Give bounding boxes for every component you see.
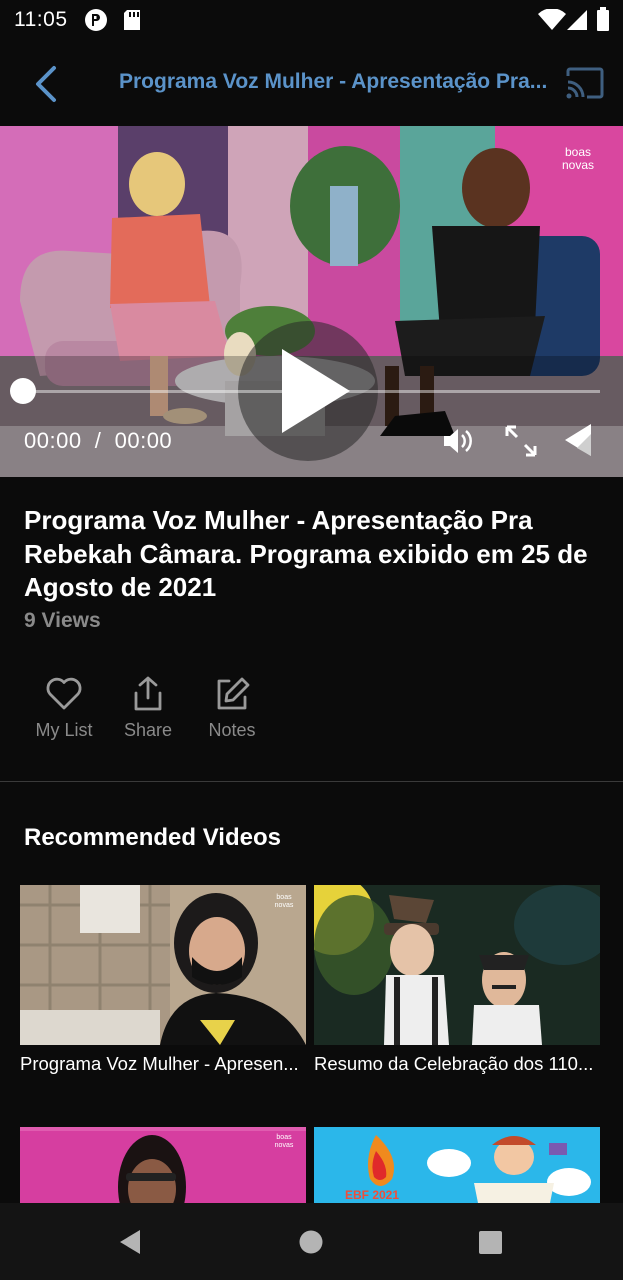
battery-icon <box>597 7 609 31</box>
video-thumbnail: boas novas <box>20 1127 306 1203</box>
svg-text:novas: novas <box>275 1142 294 1149</box>
fullscreen-icon[interactable] <box>505 425 537 457</box>
divider <box>0 781 623 782</box>
cast-icon[interactable] <box>565 66 605 100</box>
recommended-video-card[interactable]: boas novas <box>20 1127 306 1203</box>
heart-icon <box>46 677 82 710</box>
volume-icon[interactable] <box>442 426 476 456</box>
view-count: 9 Views <box>24 609 101 632</box>
page-title: Programa Voz Mulher - Apresentação Pra..… <box>119 70 548 93</box>
recommended-video-card[interactable]: Resumo da Celebração dos 110... <box>314 885 600 1075</box>
svg-text:boas: boas <box>276 894 292 901</box>
back-triangle-icon[interactable] <box>118 1229 142 1255</box>
edit-icon <box>217 677 250 710</box>
notes-button[interactable]: Notes <box>190 676 274 741</box>
cast-player-icon[interactable] <box>563 422 593 458</box>
video-thumbnail: boas novas <box>20 885 306 1045</box>
cell-signal-icon <box>567 10 587 30</box>
share-icon <box>134 676 162 711</box>
recommended-video-card[interactable]: boas novas Programa Voz Mulher - Apresen… <box>20 885 306 1075</box>
back-arrow-icon[interactable] <box>30 64 64 104</box>
section-heading: Recommended Videos <box>24 824 281 851</box>
svg-text:novas: novas <box>562 158 594 172</box>
svg-text:boas: boas <box>565 145 591 159</box>
recommended-video-card[interactable]: EBF 2021 <box>314 1127 600 1203</box>
thumbnail-text: EBF 2021 <box>345 1188 399 1202</box>
app-bar: Programa Voz Mulher - Apresentação Pra..… <box>0 40 623 126</box>
status-clock: 11:05 <box>14 8 68 31</box>
status-bar: 11:05 <box>0 0 623 40</box>
recents-square-icon[interactable] <box>479 1231 502 1254</box>
svg-text:boas: boas <box>276 1134 292 1141</box>
share-button[interactable]: Share <box>106 676 190 741</box>
card-title: Programa Voz Mulher - Apresen... <box>20 1053 299 1074</box>
video-thumbnail <box>314 885 600 1045</box>
notes-label: Notes <box>208 720 256 740</box>
home-circle-icon[interactable] <box>299 1230 323 1254</box>
my-list-button[interactable]: My List <box>22 676 106 741</box>
wifi-icon <box>538 9 566 30</box>
sd-card-icon <box>124 10 140 30</box>
podcast-app-icon <box>85 9 107 31</box>
video-thumbnail: EBF 2021 <box>314 1127 600 1203</box>
seek-bar[interactable] <box>22 390 600 393</box>
time-display: 00:00 / 00:00 <box>24 428 173 453</box>
seek-handle[interactable] <box>10 378 36 404</box>
my-list-label: My List <box>35 720 93 740</box>
svg-text:novas: novas <box>275 902 294 909</box>
system-nav-bar <box>0 1203 623 1280</box>
video-title: Programa Voz Mulher - Apresentação Pra R… <box>24 505 588 602</box>
share-label: Share <box>123 720 173 740</box>
card-title: Resumo da Celebração dos 110... <box>314 1053 594 1074</box>
video-player[interactable]: boas novas 00:00 / 00:00 <box>0 126 623 477</box>
